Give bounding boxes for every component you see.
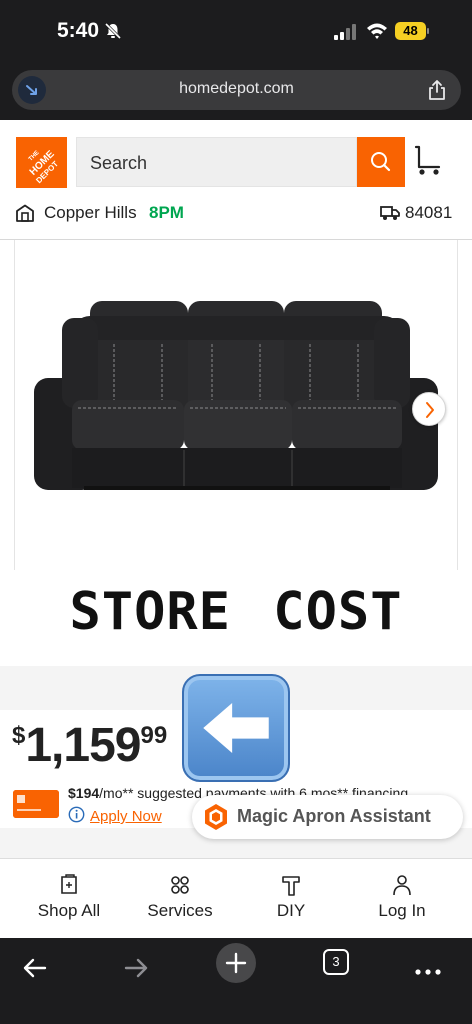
delivery-zip[interactable]: 84081 (405, 203, 452, 223)
more-menu-icon[interactable] (408, 948, 448, 988)
info-icon[interactable] (68, 806, 85, 823)
battery-tip (427, 28, 429, 34)
product-image-reclining-sofa (34, 301, 438, 490)
services-icon (171, 876, 189, 894)
image-frame-left (14, 240, 15, 570)
nav-services[interactable]: Services (121, 874, 239, 921)
image-frame-right (457, 240, 458, 570)
price-dollars: 1,159 (25, 719, 141, 772)
chevron-right-icon (426, 402, 434, 418)
next-image-button[interactable] (412, 392, 446, 426)
new-tab-button[interactable] (216, 943, 256, 983)
app-bottom-nav: Shop All Services DIY Log In (0, 858, 472, 938)
diy-hammer-icon (282, 876, 300, 896)
left-arrow-emoji-sticker (182, 674, 290, 782)
product-price: $1,15999 (12, 718, 167, 773)
person-icon (393, 875, 411, 896)
nav-log-in[interactable]: Log In (343, 874, 461, 921)
nav-services-label: Services (147, 901, 213, 920)
delivery-truck-icon (380, 206, 400, 220)
credit-card-image (13, 790, 59, 818)
product-image-carousel[interactable] (0, 240, 472, 580)
plus-icon (225, 952, 247, 974)
battery-level: 48 (395, 22, 426, 40)
nav-diy-label: DIY (276, 901, 306, 920)
cellular-signal-icon (334, 24, 356, 40)
status-bar: 5:40 48 (0, 0, 472, 62)
share-icon[interactable] (427, 79, 447, 101)
nav-log-in-label: Log In (378, 901, 426, 920)
apply-now-link[interactable]: Apply Now (90, 808, 162, 825)
magic-apron-assistant-button[interactable]: Magic Apron Assistant (192, 795, 463, 839)
battery-indicator: 48 (395, 22, 429, 40)
nav-shop-all-label: Shop All (37, 901, 101, 920)
store-icon (16, 204, 34, 222)
search-icon (371, 152, 391, 172)
nav-diy[interactable]: DIY (232, 874, 350, 921)
price-currency: $ (12, 722, 26, 749)
wifi-icon (367, 23, 387, 39)
store-name: Copper Hills (44, 203, 137, 222)
shop-all-icon (61, 874, 77, 894)
search-button[interactable] (357, 137, 405, 187)
site-header: HOME THE DEPOT Search Copper Hills 8PM 8… (0, 120, 472, 240)
overlay-caption: STORE COST (0, 580, 472, 666)
browser-address-bar: homedepot.com (0, 62, 472, 120)
magic-apron-label: Magic Apron Assistant (237, 806, 431, 826)
magic-apron-icon (205, 804, 227, 830)
url-text: homedepot.com (179, 80, 294, 97)
back-arrow-icon[interactable] (15, 948, 55, 988)
nav-shop-all[interactable]: Shop All (10, 874, 128, 921)
tab-switcher-button[interactable]: 3 (323, 949, 349, 975)
finance-amount: $194 (68, 785, 100, 801)
search-input[interactable]: Search (76, 137, 357, 187)
url-field[interactable]: homedepot.com (12, 70, 461, 110)
cart-icon[interactable] (413, 145, 443, 177)
browser-toolbar: 3 (0, 938, 472, 1024)
search-placeholder: Search (90, 153, 148, 173)
forward-arrow-icon[interactable] (116, 948, 156, 988)
store-hours: 8PM (149, 203, 184, 222)
price-cents: 99 (140, 722, 168, 749)
home-depot-logo[interactable]: HOME THE DEPOT (16, 137, 67, 188)
status-time: 5:40 (57, 19, 100, 42)
bell-off-icon (104, 22, 122, 40)
